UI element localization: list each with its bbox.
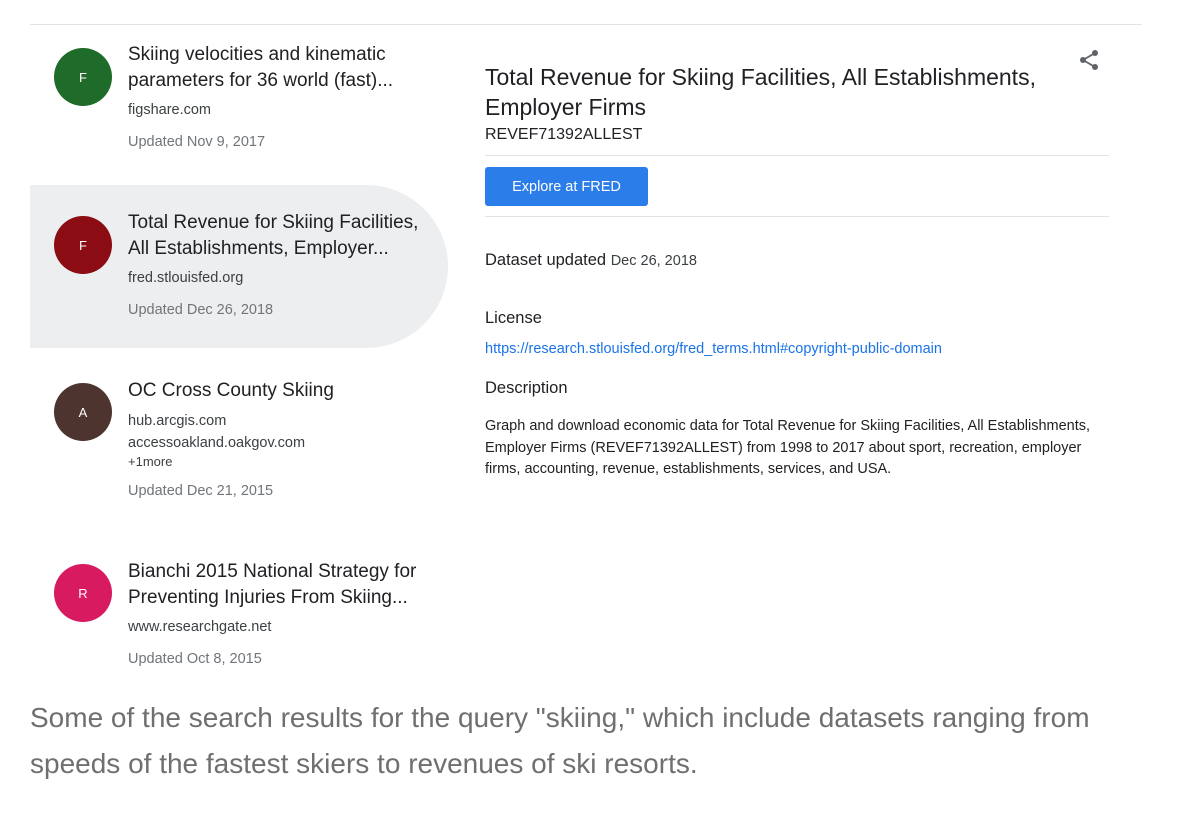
result-source: accessoakland.oakgov.com [128,435,306,451]
result-updated: Updated Oct 8, 2015 [128,651,262,667]
result-updated: Updated Nov 9, 2017 [128,134,266,150]
result-item[interactable]: F Skiing velocities and kinematic parame… [30,25,448,185]
more-sources-link[interactable]: +1more [128,454,172,470]
result-source: figshare.com [128,102,212,118]
result-item-selected[interactable]: F Total Revenue for Skiing Facilities, A… [30,185,448,348]
result-title[interactable]: Skiing velocities and kinematic paramete… [128,42,428,94]
divider [485,216,1109,217]
explore-at-fred-button[interactable]: Explore at FRED [485,167,648,206]
description-label: Description [485,379,568,397]
result-item[interactable]: A OC Cross County Skiing hub.arcgis.com … [30,365,448,525]
dataset-updated-row: Dataset updated Dec 26, 2018 [485,249,697,272]
dataset-description: Graph and download economic data for Tot… [485,418,1091,477]
result-updated: Updated Dec 26, 2018 [128,302,274,318]
dataset-id: REVEF71392ALLEST [485,126,643,143]
result-updated: Updated Dec 21, 2015 [128,483,274,499]
source-avatar: F [54,216,112,274]
share-icon[interactable] [1077,48,1101,72]
source-avatar: F [54,48,112,106]
result-title[interactable]: Total Revenue for Skiing Facilities, All… [128,210,428,262]
result-source: hub.arcgis.com [128,413,227,429]
figure-caption: Some of the search results for the query… [30,702,1090,779]
source-avatar: A [54,383,112,441]
result-source: fred.stlouisfed.org [128,270,244,286]
dataset-title: Total Revenue for Skiing Facilities, All… [485,64,1036,120]
result-source: www.researchgate.net [128,619,272,635]
result-title[interactable]: Bianchi 2015 National Strategy for Preve… [128,559,428,611]
dataset-updated-value: Dec 26, 2018 [610,253,697,269]
license-link[interactable]: https://research.stlouisfed.org/fred_ter… [485,339,942,359]
result-title[interactable]: OC Cross County Skiing [128,378,428,404]
result-item[interactable]: R Bianchi 2015 National Strategy for Pre… [30,545,448,695]
license-label: License [485,309,542,327]
divider [485,155,1109,156]
dataset-updated-label: Dataset updated [485,251,607,269]
source-avatar: R [54,564,112,622]
